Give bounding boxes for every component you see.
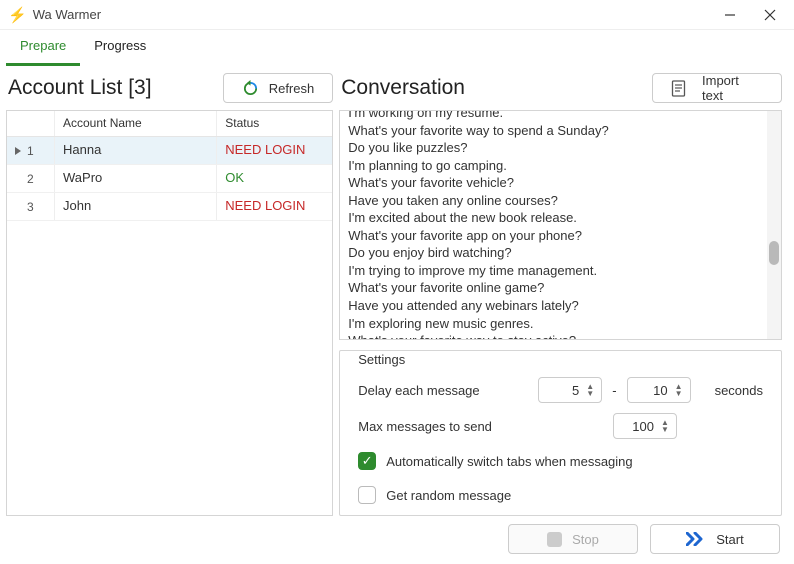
tab-progress[interactable]: Progress: [80, 30, 160, 66]
delay-dash: -: [612, 383, 616, 398]
conversation-line: What's your favorite online game?: [348, 279, 759, 297]
delay-min-spinner[interactable]: 5 ▲▼: [538, 377, 602, 403]
settings-heading: Settings: [350, 350, 413, 373]
conversation-line: I'm planning to go camping.: [348, 157, 759, 175]
start-button[interactable]: Start: [650, 524, 780, 554]
stop-label: Stop: [572, 532, 599, 547]
main-tabs: Prepare Progress: [0, 30, 794, 66]
seconds-label: seconds: [715, 383, 763, 398]
bolt-icon: ⚡: [8, 6, 27, 24]
auto-switch-label: Automatically switch tabs when messaging: [386, 454, 632, 469]
conversation-line: Do you enjoy bird watching?: [348, 244, 759, 262]
conversation-line: Have you attended any webinars lately?: [348, 297, 759, 315]
random-message-row[interactable]: Get random message: [358, 483, 763, 507]
conversation-line: What's your favorite way to stay active?: [348, 332, 759, 339]
conversation-line: I'm trying to improve my time management…: [348, 262, 759, 280]
delay-max-spinner[interactable]: 10 ▲▼: [627, 377, 691, 403]
stop-button[interactable]: Stop: [508, 524, 638, 554]
conversation-line: What's your favorite vehicle?: [348, 174, 759, 192]
account-grid: Account Name Status 1HannaNEED LOGIN2WaP…: [6, 110, 333, 516]
account-list-heading: Account List [3]: [6, 76, 223, 100]
tab-prepare[interactable]: Prepare: [6, 30, 80, 66]
random-message-label: Get random message: [386, 488, 511, 503]
refresh-button[interactable]: Refresh: [223, 73, 334, 103]
max-label: Max messages to send: [358, 419, 528, 434]
start-label: Start: [716, 532, 743, 547]
auto-switch-checkbox[interactable]: ✓: [358, 452, 376, 470]
table-row[interactable]: 3JohnNEED LOGIN: [7, 193, 332, 221]
refresh-label: Refresh: [269, 81, 315, 96]
max-messages-spinner[interactable]: 100 ▲▼: [613, 413, 677, 439]
conversation-line: I'm exploring new music genres.: [348, 315, 759, 333]
table-row[interactable]: 2WaProOK: [7, 165, 332, 193]
refresh-icon: [242, 80, 259, 97]
chevron-down-icon[interactable]: ▼: [661, 426, 669, 433]
import-text-button[interactable]: Import text: [652, 73, 782, 103]
conversation-line: Have you taken any online courses?: [348, 192, 759, 210]
bottom-bar: Stop Start: [0, 522, 794, 564]
table-row[interactable]: 1HannaNEED LOGIN: [7, 137, 332, 165]
conversation-line: I'm working on my resume.: [348, 111, 759, 122]
settings-box: Settings Delay each message 5 ▲▼ - 10 ▲▼…: [339, 350, 782, 516]
scrollbar[interactable]: [767, 111, 781, 339]
conversation-box[interactable]: I'm working on my resume.What's your fav…: [339, 110, 782, 340]
titlebar: ⚡ Wa Warmer: [0, 0, 794, 30]
app-title: Wa Warmer: [33, 7, 101, 22]
close-button[interactable]: [750, 1, 790, 29]
random-message-checkbox[interactable]: [358, 486, 376, 504]
stop-icon: [547, 532, 562, 547]
chevron-down-icon[interactable]: ▼: [675, 390, 683, 397]
chevron-down-icon[interactable]: ▼: [586, 390, 594, 397]
col-account-name[interactable]: Account Name: [55, 111, 217, 136]
document-icon: [671, 80, 686, 97]
conversation-line: I'm excited about the new book release.: [348, 209, 759, 227]
import-label: Import text: [702, 73, 763, 103]
auto-switch-row[interactable]: ✓ Automatically switch tabs when messagi…: [358, 449, 763, 473]
minimize-button[interactable]: [710, 1, 750, 29]
conversation-line: What's your favorite way to spend a Sund…: [348, 122, 759, 140]
col-status[interactable]: Status: [217, 111, 332, 136]
scrollbar-thumb[interactable]: [769, 241, 779, 265]
conversation-heading: Conversation: [339, 76, 652, 100]
double-chevron-icon: [686, 532, 706, 546]
conversation-line: What's your favorite app on your phone?: [348, 227, 759, 245]
delay-label: Delay each message: [358, 383, 528, 398]
conversation-line: Do you like puzzles?: [348, 139, 759, 157]
